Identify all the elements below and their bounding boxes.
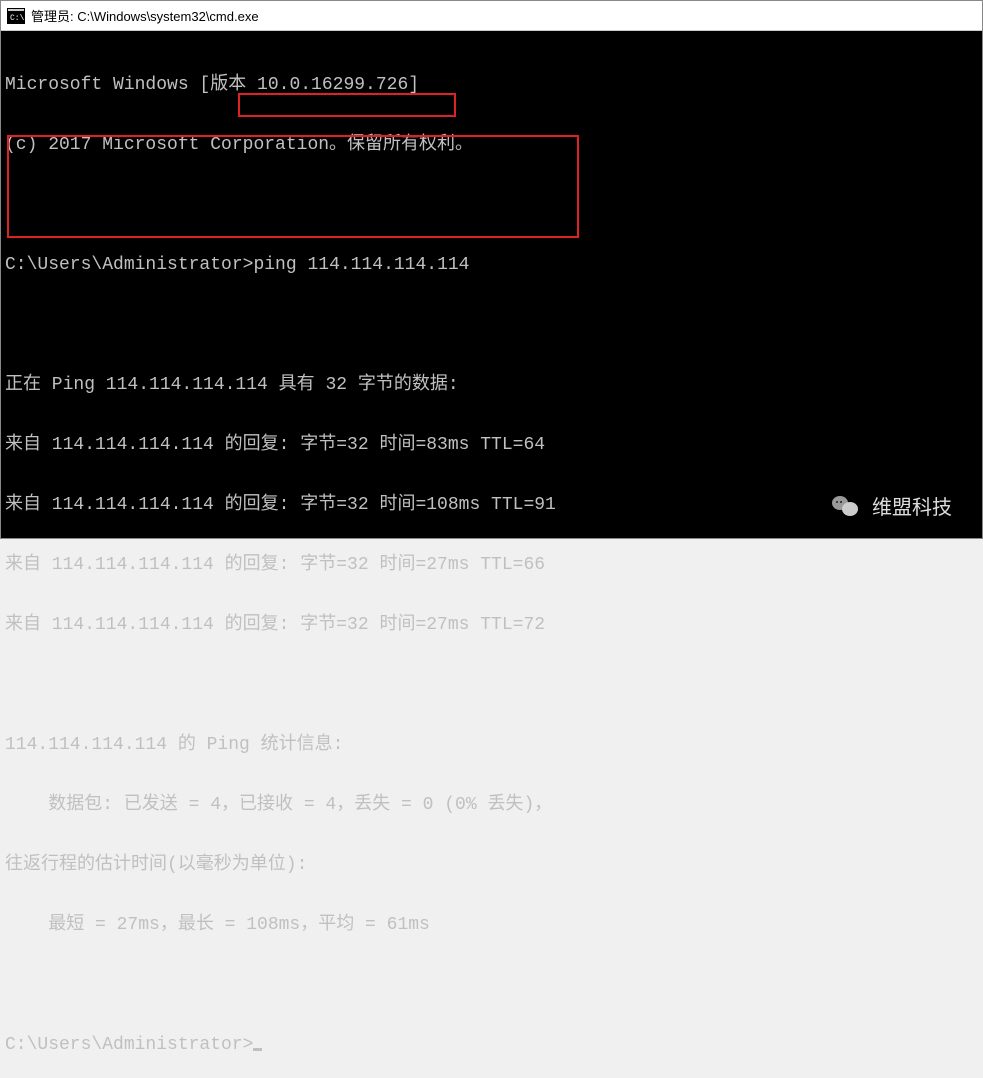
prompt-path: C:\Users\Administrator> (5, 255, 253, 275)
ping-command: ping 114.114.114.114 (253, 255, 469, 275)
console-line: 往返行程的估计时间(以毫秒为单位): (5, 855, 978, 875)
cursor-icon (253, 1048, 262, 1051)
watermark-text: 维盟科技 (872, 498, 952, 518)
wechat-icon (832, 496, 862, 520)
cmd-window: C:\ 管理员: C:\Windows\system32\cmd.exe Mic… (0, 0, 983, 539)
console-line: 来自 114.114.114.114 的回复: 字节=32 时间=83ms TT… (5, 435, 978, 455)
window-title: 管理员: C:\Windows\system32\cmd.exe (31, 6, 259, 25)
titlebar[interactable]: C:\ 管理员: C:\Windows\system32\cmd.exe (1, 1, 982, 31)
console-line (5, 675, 978, 695)
console-line (5, 315, 978, 335)
watermark: 维盟科技 (832, 496, 952, 520)
console-line (5, 195, 978, 215)
console-line: 最短 = 27ms，最长 = 108ms，平均 = 61ms (5, 915, 978, 935)
console-line: 来自 114.114.114.114 的回复: 字节=32 时间=27ms TT… (5, 615, 978, 635)
console-line: Microsoft Windows [版本 10.0.16299.726] (5, 75, 978, 95)
console-line (5, 975, 978, 995)
console-line: C:\Users\Administrator>ping 114.114.114.… (5, 255, 978, 275)
console-line: 数据包: 已发送 = 4，已接收 = 4，丢失 = 0 (0% 丢失)， (5, 795, 978, 815)
console-line: (c) 2017 Microsoft Corporation。保留所有权利。 (5, 135, 978, 155)
cmd-icon: C:\ (7, 8, 25, 24)
prompt-path: C:\Users\Administrator> (5, 1035, 253, 1055)
console-line: 正在 Ping 114.114.114.114 具有 32 字节的数据: (5, 375, 978, 395)
console-area[interactable]: Microsoft Windows [版本 10.0.16299.726] (c… (1, 31, 982, 538)
svg-text:C:\: C:\ (10, 14, 25, 23)
console-line: 114.114.114.114 的 Ping 统计信息: (5, 735, 978, 755)
highlight-box-command (238, 93, 456, 117)
console-line: C:\Users\Administrator> (5, 1035, 978, 1055)
